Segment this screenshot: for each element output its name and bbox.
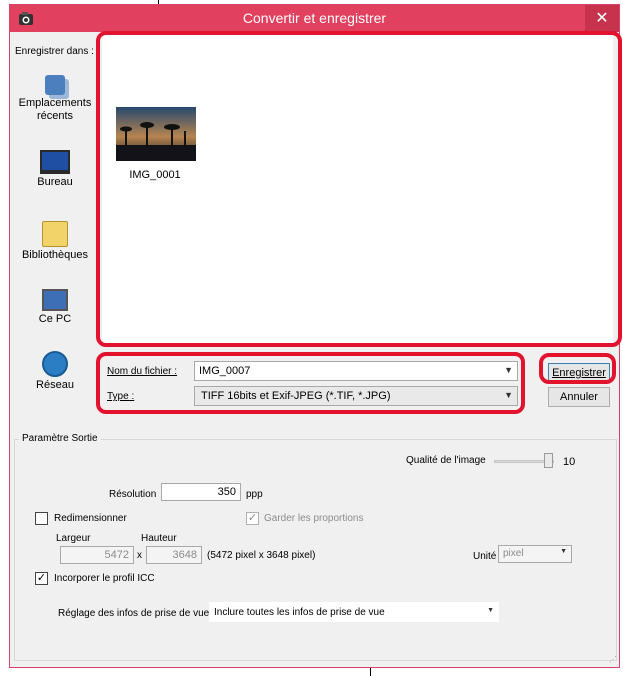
quality-value: 10 [563, 456, 576, 468]
shooting-info-dropdown[interactable]: Inclure toutes les infos de prise de vue… [209, 602, 499, 622]
resize-grip-icon[interactable]: ⋰ [607, 655, 617, 665]
place-label: Réseau [36, 379, 74, 391]
chevron-down-icon: ▼ [487, 607, 494, 614]
libraries-icon [42, 221, 68, 247]
resolution-unit: ppp [246, 489, 263, 500]
title-bar: Convertir et enregistrer ✕ [10, 5, 619, 32]
height-input[interactable] [146, 546, 202, 564]
shooting-info-value: Inclure toutes les infos de prise de vue [214, 607, 385, 618]
icc-checkbox[interactable]: ✓ [35, 572, 48, 585]
place-label: Bibliothèques [21, 249, 89, 261]
close-button[interactable]: ✕ [585, 5, 619, 32]
save-in-label: Enregistrer dans : [15, 46, 94, 57]
desktop-icon [40, 150, 70, 174]
highlight-save-button [539, 353, 616, 384]
highlight-filename-type [96, 352, 525, 414]
cancel-button[interactable]: Annuler [548, 387, 610, 407]
this-pc-icon [42, 289, 68, 311]
place-network[interactable]: Réseau [10, 351, 100, 392]
highlight-file-list [96, 31, 622, 347]
chevron-down-icon: ▼ [560, 548, 567, 555]
place-this-pc[interactable]: Ce PC [10, 289, 100, 326]
place-recent[interactable]: Emplacements récents [10, 75, 100, 123]
place-label: Bureau [37, 176, 73, 188]
recent-places-icon [45, 75, 65, 95]
times-sign: x [137, 550, 142, 561]
place-label: Emplacements récents [18, 97, 92, 122]
quality-label: Qualité de l'image [406, 455, 486, 466]
resolution-input[interactable] [161, 483, 241, 501]
places-sidebar: Emplacements récents Bureau Bibliothèque… [10, 75, 100, 405]
size-info: (5472 pixel x 3648 pixel) [207, 550, 316, 561]
network-icon [42, 351, 68, 377]
width-input[interactable] [60, 546, 134, 564]
cancel-button-label: Annuler [560, 391, 598, 403]
keep-ratio-label: Garder les proportions [264, 513, 364, 524]
resize-label: Redimensionner [54, 513, 127, 524]
height-label: Hauteur [141, 533, 177, 544]
width-label: Largeur [56, 533, 91, 544]
quality-slider[interactable] [494, 453, 554, 468]
output-params-title: Paramètre Sortie [19, 433, 101, 444]
resize-checkbox[interactable] [35, 512, 48, 525]
keep-ratio-checkbox[interactable]: ✓ [246, 512, 259, 525]
place-label: Ce PC [38, 313, 72, 325]
slider-thumb[interactable] [544, 453, 553, 468]
place-desktop[interactable]: Bureau [10, 150, 100, 189]
unit-label: Unité [473, 551, 497, 562]
place-libraries[interactable]: Bibliothèques [10, 221, 100, 262]
icc-label: Incorporer le profil ICC [54, 573, 155, 584]
shooting-info-label: Réglage des infos de prise de vue [58, 608, 210, 619]
unit-value: pixel [503, 548, 524, 559]
unit-dropdown[interactable]: pixel ▼ [498, 545, 572, 563]
resolution-label: Résolution [109, 489, 157, 500]
window-title: Convertir et enregistrer [242, 10, 387, 26]
